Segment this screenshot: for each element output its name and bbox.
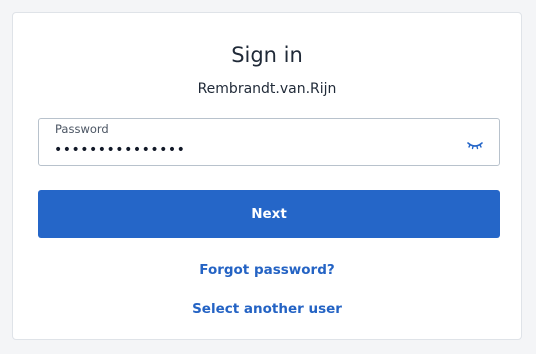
password-label: Password	[55, 122, 109, 136]
page-title: Sign in	[231, 43, 303, 67]
select-another-user-link[interactable]: Select another user	[13, 300, 521, 318]
sign-in-card: Sign in Rembrandt.van.Rijn Password Next…	[12, 12, 522, 340]
username-display: Rembrandt.van.Rijn	[197, 81, 337, 97]
eye-closed-icon[interactable]	[467, 137, 483, 150]
next-button[interactable]: Next	[38, 190, 500, 238]
password-field[interactable]: Password	[38, 118, 500, 166]
forgot-password-link[interactable]: Forgot password?	[13, 261, 521, 279]
password-input[interactable]	[54, 140, 454, 160]
